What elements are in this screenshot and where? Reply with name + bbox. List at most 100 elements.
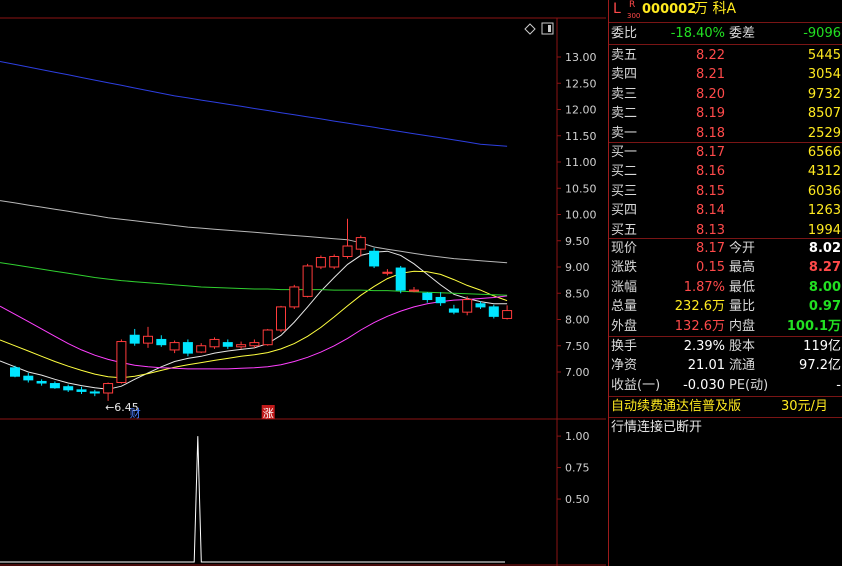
book-price: 8.15 [696,183,725,199]
stat-value: 8.02 [808,241,841,256]
y-tick-label: 8.50 [565,287,590,300]
stat-label: 流通 [729,358,756,374]
stat-value: 97.2亿 [799,358,841,374]
book-volume: 1263 [807,203,841,219]
stat-label: 最高 [729,260,756,276]
stock-code: 000002 [642,2,697,17]
stat-row: 涨跌 0.15 最高 8.27 [609,258,842,277]
bid-row: 买一 8.17 6566 [609,143,842,162]
stat-label: 涨幅 [611,279,638,295]
candle[interactable] [10,365,20,378]
stat-value: 132.6万 [674,318,725,334]
indicator-tick-label: 1.00 [565,430,590,443]
event-marker[interactable]: 财 [130,406,141,420]
stock-header: L R 300 000002 万 科A [609,0,842,20]
stat-label: 现价 [611,241,638,256]
stat-row: 总量 232.6万 量比 0.97 [609,297,842,316]
weicha-value: -9096 [803,26,841,41]
book-price: 8.19 [696,106,725,122]
stat-value: 119亿 [803,339,841,354]
candle[interactable] [369,248,380,269]
bid-row: 买二 8.16 4312 [609,162,842,181]
stat-label: 涨跌 [611,260,638,276]
ask-row: 卖三 8.20 9732 [609,85,842,104]
ask-row: 卖二 8.19 8507 [609,104,842,123]
ad-row[interactable]: 自动续费通达信普及版 30元/月 [609,397,842,416]
bid-row: 买三 8.15 6036 [609,182,842,201]
connection-status: 行情连接已断开 [611,420,703,435]
candle[interactable] [289,284,300,309]
stat-row: 现价 8.17 今开 8.02 [609,239,842,258]
book-volume: 2529 [807,125,841,141]
book-volume: 6566 [807,145,841,160]
candle[interactable] [395,265,406,294]
book-price: 8.18 [696,125,725,141]
ad-text[interactable]: 自动续费通达信普及版 [611,397,741,416]
stat-value: 8.00 [808,279,841,295]
divider [609,22,842,23]
candle[interactable] [302,263,313,298]
stat-row: 外盘 132.6万 内盘 100.1万 [609,317,842,336]
stat-label: 内盘 [729,318,756,334]
ask-row: 卖一 8.18 2529 [609,124,842,143]
y-tick-label: 8.00 [565,314,590,327]
svg-text:涨: 涨 [263,407,274,420]
event-marker[interactable]: 涨 [261,405,275,420]
stat-label: 量比 [729,299,756,315]
bid-row: 买五 8.13 1994 [609,221,842,240]
ad-price[interactable]: 30元/月 [781,397,828,416]
stat-label: 今开 [729,241,756,256]
book-volume: 4312 [807,164,841,180]
stat-label: 收益(一) [611,377,661,393]
candle[interactable] [488,304,499,319]
book-price: 8.14 [696,203,725,219]
stat-row: 收益(一) -0.030 PE(动) - [609,376,842,395]
y-tick-label: 7.00 [565,366,590,379]
stat-label: PE(动) [729,377,769,393]
stat-label: 最低 [729,279,756,295]
svg-text:财: 财 [130,406,141,420]
y-tick-label: 11.50 [565,130,597,143]
stat-value: 8.27 [808,260,841,276]
stat-label: 换手 [611,339,638,354]
candle[interactable] [116,339,127,384]
candle[interactable] [462,296,473,316]
y-tick-label: 11.00 [565,156,597,169]
weibi-row: 委比 -18.40% 委差 -9096 [609,24,842,43]
price-chart[interactable]: 13.00 12.50 12.00 11.50 11.00 10.50 10.00 9.50 9… [0,0,608,566]
stat-value: 2.39% [683,339,725,354]
y-tick-label: 13.00 [565,51,597,64]
candle[interactable] [262,328,273,346]
stock-name: 万 科A [694,1,737,17]
candle[interactable] [276,305,286,333]
candle[interactable] [315,255,326,270]
status-row: 行情连接已断开 [609,418,842,437]
weicha-label: 委差 [729,26,756,41]
stat-value: -0.030 [683,377,725,393]
book-level-label: 买二 [611,164,638,180]
book-level-label: 卖五 [611,48,638,63]
book-price: 8.22 [696,48,725,63]
stat-value: 0.15 [696,260,725,276]
stat-value: 21.01 [687,358,725,374]
candle[interactable] [329,254,340,270]
stat-row: 净资 21.01 流通 97.2亿 [609,356,842,375]
y-tick-label: 10.50 [565,182,597,195]
y-tick-label: 12.00 [565,104,597,117]
weibi-value: -18.40% [670,26,725,41]
stat-label: 净资 [611,358,638,374]
market-letter: L [613,1,621,17]
book-volume: 9732 [807,86,841,102]
book-level-label: 卖四 [611,67,638,83]
stat-label: 总量 [611,299,638,315]
book-price: 8.20 [696,86,725,102]
candle[interactable] [209,337,220,349]
weibi-label: 委比 [611,26,638,41]
book-level-label: 卖一 [611,125,638,141]
book-level-label: 买一 [611,145,638,160]
bid-row: 买四 8.14 1263 [609,201,842,220]
book-level-label: 卖二 [611,106,638,122]
book-price: 8.13 [696,222,725,238]
book-volume: 6036 [807,183,841,199]
ask-row: 卖四 8.21 3054 [609,65,842,84]
